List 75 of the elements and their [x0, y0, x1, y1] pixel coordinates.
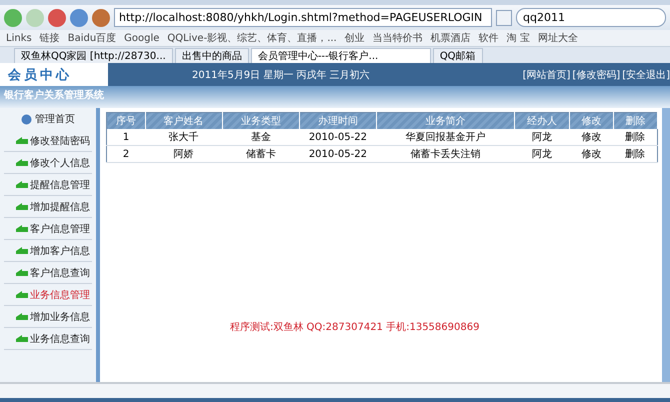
sidebar-item[interactable]: 增加提醒信息	[4, 196, 92, 218]
column-header: 客户姓名	[145, 112, 222, 129]
sidebar-item[interactable]: 增加客户信息	[4, 240, 92, 262]
browser-tab[interactable]: 会员管理中心---银行客户...	[250, 48, 431, 63]
table-cell: 阿娇	[145, 146, 222, 162]
column-header: 业务类型	[222, 112, 300, 129]
header-link[interactable]: [安全退出]	[622, 68, 670, 82]
sidebar-item[interactable]: 修改个人信息	[4, 152, 92, 174]
stop-button[interactable]	[48, 8, 66, 26]
sidebar-title[interactable]: 管理首页	[0, 108, 96, 130]
bookmark-link[interactable]: 网址大全	[538, 31, 578, 45]
table-link[interactable]: 修改	[569, 129, 614, 146]
column-header: 删除	[613, 112, 658, 129]
bookmark-link[interactable]: 机票酒店	[430, 31, 471, 45]
table-link[interactable]: 删除	[613, 129, 658, 146]
refresh-button[interactable]	[70, 8, 88, 26]
browser-tab[interactable]: 双鱼林QQ家园 [http://28730...	[14, 48, 173, 63]
browser-tab[interactable]: QQ邮箱	[432, 48, 483, 63]
address-field[interactable]: http://localhost:8080/yhkh/Login.shtml?method=PAGEUSERLOGIN	[114, 8, 492, 27]
table-cell: 储蓄卡	[222, 146, 300, 162]
arrow-icon	[16, 202, 28, 212]
back-button[interactable]	[4, 8, 22, 26]
browser-tab[interactable]: 出售中的商品	[174, 48, 249, 63]
sidebar-item[interactable]: 客户信息查询	[4, 262, 92, 284]
table-cell: 2010-05-22	[299, 146, 376, 162]
sidebar-item[interactable]: 增加业务信息	[4, 306, 92, 328]
table-cell: 1	[106, 129, 146, 146]
column-header: 修改	[569, 112, 614, 129]
arrow-icon	[16, 246, 28, 256]
go-button[interactable]	[496, 10, 512, 26]
table-cell: 基金	[222, 129, 300, 146]
table-cell: 储蓄卡丢失注销	[376, 146, 514, 162]
column-header: 经办人	[514, 112, 570, 129]
bookmark-link[interactable]: 淘 宝	[506, 31, 530, 45]
table-link[interactable]: 删除	[613, 146, 658, 162]
bookmark-link[interactable]: 链接	[40, 31, 60, 45]
column-header: 办理时间	[299, 112, 376, 129]
system-title: 银行客户关系管理系统	[0, 86, 670, 108]
search-field[interactable]: qq2011	[516, 8, 666, 27]
sidebar-item[interactable]: 客户信息管理	[4, 218, 92, 240]
scrollbar[interactable]	[662, 108, 670, 382]
table-cell: 华夏回报基金开户	[376, 129, 514, 146]
bookmark-link[interactable]: Baidu百度	[68, 31, 116, 45]
bookmark-link[interactable]: 创业	[344, 31, 365, 45]
bookmark-link[interactable]: QQLive-影视、综艺、体育、直播，...	[167, 31, 337, 45]
sidebar-item[interactable]: 修改登陆密码	[4, 130, 92, 152]
table-cell: 阿龙	[514, 129, 570, 146]
arrow-icon	[16, 268, 28, 278]
column-header: 序号	[106, 112, 146, 129]
table-cell: 2010-05-22	[299, 129, 376, 146]
globe-icon	[21, 114, 32, 124]
header-date: 2011年5月9日 星期一 丙戌年 三月初六	[192, 68, 370, 82]
table-cell: 阿龙	[514, 146, 570, 162]
arrow-icon	[16, 136, 28, 146]
table-link[interactable]: 修改	[569, 146, 614, 162]
bookmark-link[interactable]: Links	[6, 32, 32, 44]
footer-note: 程序测试:双鱼林 QQ:287307421 手机:13558690869	[230, 320, 480, 334]
sidebar-item[interactable]: 业务信息查询	[4, 328, 92, 350]
arrow-icon	[16, 180, 28, 190]
column-header: 业务简介	[376, 112, 514, 129]
header-link[interactable]: [修改密码]	[572, 68, 620, 82]
arrow-icon	[16, 224, 28, 234]
arrow-icon	[16, 312, 28, 322]
home-button[interactable]	[92, 8, 110, 26]
table-cell: 张大千	[145, 129, 222, 146]
bookmark-link[interactable]: 软件	[478, 31, 499, 45]
arrow-icon	[16, 334, 28, 344]
table-cell: 2	[106, 146, 146, 162]
bookmark-link[interactable]: 当当特价书	[372, 31, 423, 45]
sidebar-item[interactable]: 提醒信息管理	[4, 174, 92, 196]
arrow-icon	[16, 158, 28, 168]
bookmark-link[interactable]: Google	[124, 32, 160, 44]
sidebar-item[interactable]: 业务信息管理	[4, 284, 92, 306]
header-link[interactable]: [网站首页]	[522, 68, 570, 82]
arrow-icon	[16, 290, 28, 300]
